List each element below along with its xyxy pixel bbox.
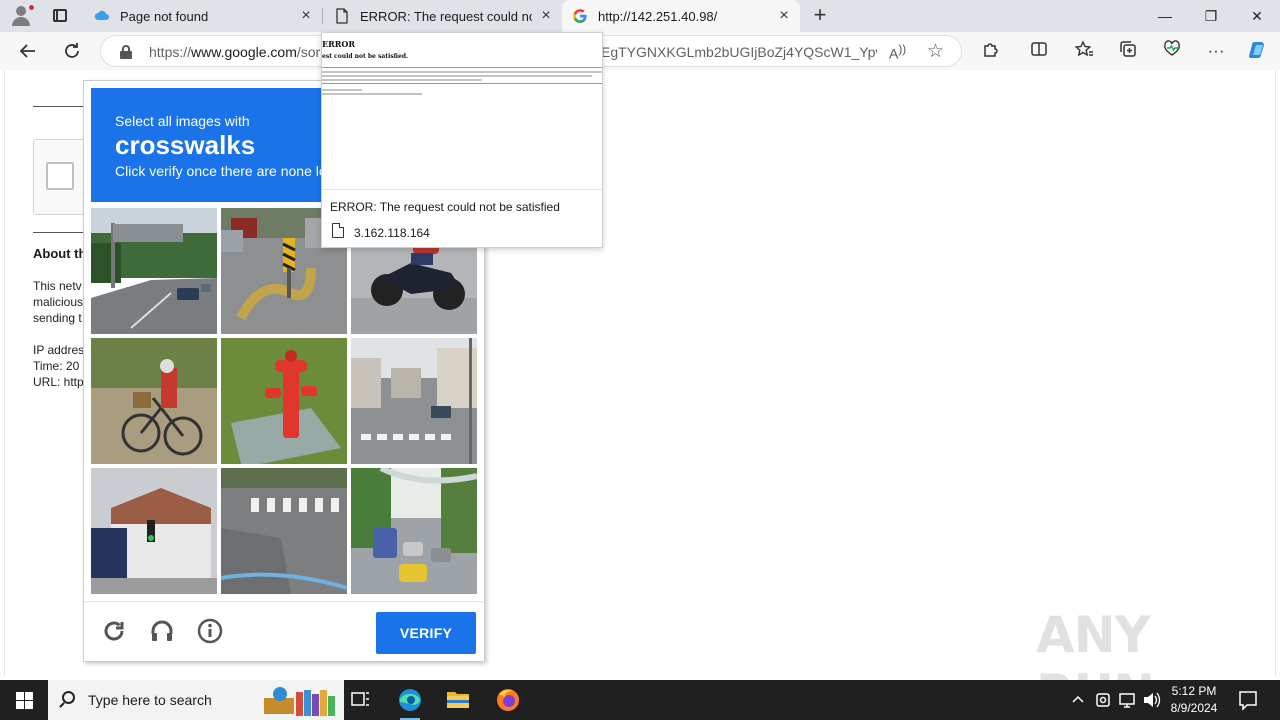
read-aloud-icon[interactable]: A)) xyxy=(889,43,906,62)
taskbar-clock[interactable]: 5:12 PM 8/9/2024 xyxy=(1158,683,1230,717)
close-tab-icon[interactable]: × xyxy=(298,8,314,24)
task-view-icon[interactable] xyxy=(336,680,384,720)
file-explorer-icon[interactable] xyxy=(434,680,482,720)
divider xyxy=(33,232,85,233)
challenge-instruction: Select all images with xyxy=(115,113,250,129)
image-tile-building-traffic-light[interactable] xyxy=(91,468,217,594)
tab-strip: Page not found × ERROR: The request coul… xyxy=(0,0,1280,32)
tab-title: ERROR: The request could not be satisfie… xyxy=(360,9,532,24)
document-icon xyxy=(332,223,344,238)
preview-thumb-title: ERROR xyxy=(322,39,356,49)
tab-hover-preview: ERROR est could not be satisfied. ERROR:… xyxy=(321,32,603,248)
network-icon[interactable] xyxy=(1116,680,1138,720)
image-tile-fire-hydrant[interactable] xyxy=(221,338,347,464)
clock-time: 5:12 PM xyxy=(1171,684,1217,698)
notifications-icon[interactable] xyxy=(1236,680,1260,720)
tab-actions-icon[interactable] xyxy=(50,6,70,26)
challenge-footer: VERIFY xyxy=(84,601,484,662)
browser-essentials-icon[interactable] xyxy=(1160,39,1184,63)
detail-line: Time: 20 xyxy=(33,359,80,373)
image-tile-street-crosswalk[interactable] xyxy=(351,338,477,464)
task-manager-tray-icon[interactable] xyxy=(1092,680,1114,720)
minimize-button[interactable]: — xyxy=(1142,0,1188,32)
copilot-icon[interactable] xyxy=(1246,39,1270,63)
recaptcha-checkbox[interactable] xyxy=(46,162,74,190)
about-text-line: malicious xyxy=(33,295,84,309)
edge-taskbar-icon[interactable] xyxy=(386,680,434,720)
preview-thumb-subtitle: est could not be satisfied. xyxy=(322,53,409,60)
tab-title: http://142.251.40.98/ xyxy=(598,9,718,24)
tab-title: Page not found xyxy=(120,9,209,24)
reload-challenge-icon[interactable] xyxy=(100,618,128,646)
more-options-icon[interactable]: ··· xyxy=(1204,39,1228,63)
about-heading: About th xyxy=(33,246,85,261)
image-tile-cyclist[interactable] xyxy=(91,338,217,464)
lock-icon[interactable] xyxy=(120,45,132,59)
search-icon xyxy=(62,691,75,704)
url-text-end: EgTYGNXKGLmb2bUGIjBoZj4YQScW1_Ypv... xyxy=(601,44,877,60)
taskbar: Type here to search 5:12 PM 8/9/2024 xyxy=(0,680,1280,720)
search-highlight-icon xyxy=(264,687,335,716)
new-tab-button[interactable]: + xyxy=(808,4,832,28)
tab-page-not-found[interactable]: Page not found × xyxy=(84,0,320,32)
split-screen-icon[interactable] xyxy=(1027,39,1051,63)
divider xyxy=(33,106,85,107)
extensions-icon[interactable] xyxy=(979,39,1003,63)
tab-google-ip[interactable]: http://142.251.40.98/ × xyxy=(562,0,800,32)
challenge-keyword: crosswalks xyxy=(115,130,256,160)
document-icon xyxy=(336,8,348,24)
preview-ip: 3.162.118.164 xyxy=(354,226,430,240)
preview-thumbnail: ERROR est could not be satisfied. xyxy=(322,33,602,190)
show-hidden-icons[interactable] xyxy=(1068,680,1088,720)
search-placeholder: Type here to search xyxy=(88,692,212,708)
close-window-button[interactable]: ✕ xyxy=(1234,0,1280,32)
preview-title: ERROR: The request could not be satisfie… xyxy=(330,200,560,214)
detail-line: IP addres xyxy=(33,343,85,357)
about-text-line: sending t xyxy=(33,311,82,325)
taskbar-search[interactable]: Type here to search xyxy=(48,680,344,720)
image-tile-street-traffic[interactable] xyxy=(351,468,477,594)
maximize-button[interactable]: ❐ xyxy=(1188,0,1234,32)
windows-start-icon[interactable] xyxy=(0,680,48,720)
detail-line: URL: http xyxy=(33,375,84,389)
close-tab-icon[interactable]: × xyxy=(776,8,792,24)
firefox-icon[interactable] xyxy=(484,680,532,720)
image-tile-road-crosswalk[interactable] xyxy=(221,468,347,594)
clock-date: 8/9/2024 xyxy=(1170,701,1218,715)
tab-error-request[interactable]: ERROR: The request could not be satisfie… xyxy=(324,0,560,32)
google-icon xyxy=(573,9,587,23)
audio-challenge-icon[interactable] xyxy=(148,618,176,646)
favorites-icon[interactable] xyxy=(1072,39,1096,63)
cloud-icon xyxy=(94,10,109,20)
challenge-hint: Click verify once there are none left xyxy=(115,163,335,179)
navigation-bar: https://www.google.com/sor EgTYGNXKGLmb2… xyxy=(0,32,1280,70)
image-tile-highway-sign[interactable] xyxy=(91,208,217,334)
favorite-star-icon[interactable]: ☆ xyxy=(927,40,944,63)
url-text-start: https://www.google.com/sor xyxy=(149,44,321,60)
back-icon[interactable] xyxy=(16,39,40,63)
verify-button[interactable]: VERIFY xyxy=(376,612,476,654)
close-tab-icon[interactable]: × xyxy=(538,8,554,24)
info-icon[interactable] xyxy=(196,618,224,646)
collections-icon[interactable] xyxy=(1116,39,1140,63)
about-text-line: This netv xyxy=(33,279,82,293)
refresh-icon[interactable] xyxy=(60,39,84,63)
profile-icon[interactable] xyxy=(8,4,35,28)
